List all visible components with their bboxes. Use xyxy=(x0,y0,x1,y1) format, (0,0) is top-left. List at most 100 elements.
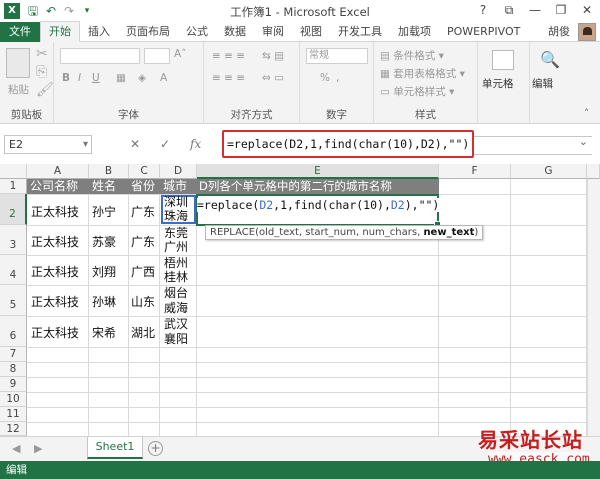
cell-province[interactable]: 广东 xyxy=(131,233,155,250)
tab-powerpivot[interactable]: POWERPIVOT xyxy=(439,22,528,42)
align-left-icon[interactable]: ≡ ≡ ≡ xyxy=(212,72,245,84)
row-header-8[interactable]: 8 xyxy=(0,362,27,377)
row-header-4[interactable]: 4 xyxy=(0,255,27,285)
vertical-scrollbar[interactable] xyxy=(587,179,600,436)
add-sheet-button[interactable]: + xyxy=(148,441,163,456)
tooltip-current-arg[interactable]: new_text xyxy=(423,227,474,238)
tab-add-ins[interactable]: 加载项 xyxy=(390,22,439,42)
merge-icon[interactable]: ⇔ ▭ xyxy=(262,72,284,84)
wrap-text-icon[interactable]: ⇆ ▤ xyxy=(262,50,284,62)
row-header-3[interactable]: 3 xyxy=(0,225,27,255)
cells-label[interactable]: 单元格 xyxy=(482,76,514,91)
row-header-7[interactable]: 7 xyxy=(0,347,27,362)
copy-icon[interactable]: ⎘ xyxy=(36,64,47,80)
cell-city-line2[interactable]: 襄阳 xyxy=(164,332,188,346)
cell-name[interactable]: 宋希 xyxy=(92,324,116,341)
insert-function-icon[interactable]: fx xyxy=(190,137,201,151)
font-size-field[interactable] xyxy=(144,48,170,64)
header-cell-result[interactable]: D列各个单元格中的第二行的城市名称 xyxy=(197,179,439,194)
user-name[interactable]: 胡俊 xyxy=(548,22,570,42)
cell-name[interactable]: 刘翔 xyxy=(92,263,116,280)
column-header-b[interactable]: B xyxy=(89,164,129,179)
prev-sheet-icon[interactable]: ◀ xyxy=(12,442,20,455)
cell-province[interactable]: 湖北 xyxy=(131,324,155,341)
cell-styles-button[interactable]: ▭ 单元格样式 ▾ xyxy=(380,84,454,99)
minimize-icon[interactable]: — xyxy=(522,0,548,20)
collapse-ribbon-icon[interactable]: ˄ xyxy=(584,108,589,120)
editing-label[interactable]: 编辑 xyxy=(532,76,553,91)
format-as-table-button[interactable]: ▦ 套用表格格式 ▾ xyxy=(380,66,465,81)
tab-formulas[interactable]: 公式 xyxy=(178,22,216,42)
header-cell-province[interactable]: 省份 xyxy=(129,179,160,194)
find-icon[interactable]: 🔍 xyxy=(540,50,560,69)
function-tooltip[interactable]: REPLACE(old_text, start_num, num_chars, … xyxy=(205,225,484,240)
column-header-e[interactable]: E xyxy=(197,164,439,179)
column-header-g[interactable]: G xyxy=(511,164,587,179)
cell-city-line2[interactable]: 珠海 xyxy=(164,209,188,223)
cut-icon[interactable]: ✂ xyxy=(36,46,48,62)
column-header-c[interactable]: C xyxy=(129,164,160,179)
ribbon-display-icon[interactable]: ⧉ xyxy=(496,0,522,20)
underline-icon[interactable]: U xyxy=(92,72,100,84)
paste-icon[interactable] xyxy=(6,48,30,78)
conditional-formatting-button[interactable]: ▤ 条件格式 ▾ xyxy=(380,48,444,63)
cell-province[interactable]: 山东 xyxy=(131,293,155,310)
cell-city-line2[interactable]: 桂林 xyxy=(164,270,188,284)
column-header-d[interactable]: D xyxy=(160,164,197,179)
cell-city-line1[interactable]: 烟台 xyxy=(164,286,188,300)
header-cell-name[interactable]: 姓名 xyxy=(89,179,129,194)
borders-icon[interactable]: ▦ xyxy=(116,72,126,84)
redo-icon[interactable]: ↷ xyxy=(60,2,78,20)
next-sheet-icon[interactable]: ▶ xyxy=(34,442,42,455)
tab-review[interactable]: 审阅 xyxy=(254,22,292,42)
row-header-2[interactable]: 2 xyxy=(0,194,27,225)
avatar[interactable] xyxy=(578,23,596,41)
font-size-up-icon[interactable]: A˄ xyxy=(174,48,186,60)
format-painter-icon[interactable]: 🖌 xyxy=(36,82,54,98)
cell-name[interactable]: 孙琳 xyxy=(92,293,116,310)
cell-edit-text[interactable]: =replace(D2,1,find(char(10),D2),"") xyxy=(197,198,440,212)
worksheet-grid[interactable]: A B C D E F G 1 2 3 4 5 6 7 8 9 10 11 12 xyxy=(0,164,600,436)
font-name-field[interactable] xyxy=(60,48,140,64)
fill-color-icon[interactable]: ◈ xyxy=(138,72,146,84)
cancel-icon[interactable]: ✕ xyxy=(130,137,140,151)
cell-province[interactable]: 广东 xyxy=(131,203,155,220)
row-header-9[interactable]: 9 xyxy=(0,377,27,392)
paste-label[interactable]: 粘贴 xyxy=(8,82,29,97)
save-icon[interactable]: 🖫 xyxy=(24,2,42,20)
select-all-corner[interactable] xyxy=(0,164,27,179)
tab-page-layout[interactable]: 页面布局 xyxy=(118,22,178,42)
help-icon[interactable]: ? xyxy=(470,0,496,20)
percent-icon[interactable]: % xyxy=(320,72,330,84)
cell-city-line2[interactable]: 广州 xyxy=(164,240,188,254)
cell-name[interactable]: 孙宁 xyxy=(92,203,116,220)
close-icon[interactable]: ✕ xyxy=(574,0,600,20)
align-top-icon[interactable]: ≡ ≡ ≡ xyxy=(212,50,245,62)
cell-city-line1[interactable]: 梧州 xyxy=(164,256,188,270)
row-header-6[interactable]: 6 xyxy=(0,316,27,347)
tab-data[interactable]: 数据 xyxy=(216,22,254,42)
header-cell-company[interactable]: 公司名称 xyxy=(27,179,89,194)
tab-file[interactable]: 文件 xyxy=(0,21,40,42)
font-color-icon[interactable]: A xyxy=(160,72,167,84)
tab-developer[interactable]: 开发工具 xyxy=(330,22,390,42)
confirm-icon[interactable]: ✓ xyxy=(160,137,170,151)
cell-city-line2[interactable]: 威海 xyxy=(164,301,188,315)
cell-company[interactable]: 正太科技 xyxy=(31,293,79,310)
formula-input-extent[interactable] xyxy=(474,135,592,155)
formula-input[interactable]: =replace(D2,1,find(char(10),D2),"") xyxy=(222,130,474,158)
row-header-1[interactable]: 1 xyxy=(0,179,27,194)
tab-home[interactable]: 开始 xyxy=(40,21,80,42)
bold-icon[interactable]: B xyxy=(62,72,70,84)
cells-icon[interactable] xyxy=(492,50,514,70)
column-header-f[interactable]: F xyxy=(439,164,511,179)
cell-city-line1[interactable]: 东莞 xyxy=(164,226,188,240)
row-header-12[interactable]: 12 xyxy=(0,422,27,436)
header-cell-city[interactable]: 城市 xyxy=(160,179,197,194)
row-header-5[interactable]: 5 xyxy=(0,285,27,316)
restore-icon[interactable]: ❐ xyxy=(548,0,574,20)
comma-icon[interactable]: , xyxy=(336,72,339,84)
name-box[interactable]: E2 xyxy=(4,135,92,154)
number-format-field[interactable]: 常规 xyxy=(306,48,368,64)
cell-company[interactable]: 正太科技 xyxy=(31,263,79,280)
